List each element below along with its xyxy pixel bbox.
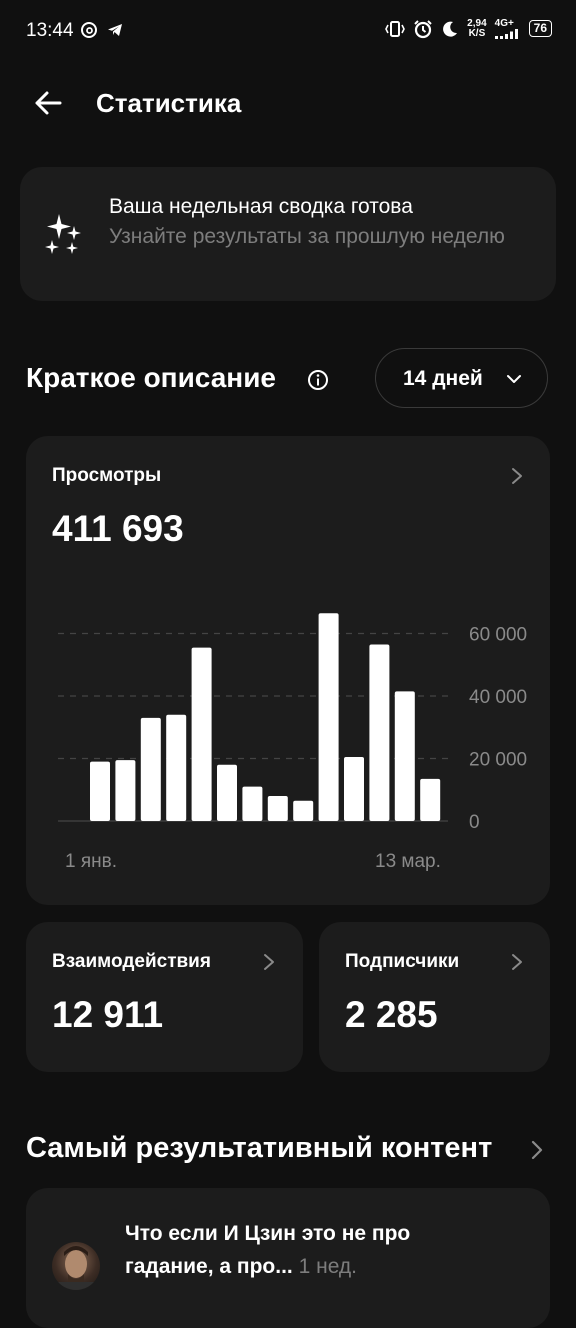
interactions-value: 12 911: [52, 994, 164, 1035]
chevron-right-icon: [512, 468, 522, 484]
chart-bar[interactable]: [242, 786, 263, 821]
followers-label: Подписчики: [345, 951, 460, 972]
alarm-icon: [414, 19, 432, 38]
chart-bar[interactable]: [217, 764, 237, 821]
banner-subtitle: Узнайте результаты за прошлую неделю: [109, 225, 505, 248]
chart-bar[interactable]: [191, 647, 212, 821]
moon-icon: [443, 21, 458, 37]
battery-indicator: 76: [528, 20, 552, 37]
chart-bar[interactable]: [344, 756, 364, 821]
y-tick-label: 60 000: [469, 625, 527, 646]
network-indicator: 4G+: [494, 18, 521, 39]
banner-title: Ваша недельная сводка готова: [109, 195, 413, 218]
top-post-text: Что если И Цзин это не про гадание, а пр…: [125, 1217, 455, 1283]
chevron-right-icon[interactable]: [530, 1140, 544, 1160]
top-post-time: 1 нед.: [298, 1255, 357, 1278]
net-speed: 2,94 K/S: [467, 17, 487, 39]
views-label: Просмотры: [52, 465, 162, 486]
chart-bar[interactable]: [267, 796, 288, 821]
status-time: 13:44: [26, 20, 74, 41]
info-icon[interactable]: [307, 369, 329, 391]
chart-bar[interactable]: [420, 778, 441, 821]
y-tick-label: 40 000: [469, 687, 527, 708]
avatar-face-icon: [52, 1246, 100, 1290]
period-label: 14 дней: [403, 367, 483, 390]
status-left-icons: [80, 21, 124, 39]
interactions-label: Взаимодействия: [52, 951, 211, 972]
chevron-right-icon: [264, 954, 274, 970]
y-tick-label: 0: [469, 812, 480, 833]
top-content-title[interactable]: Самый результативный контент: [26, 1132, 492, 1165]
summary-title: Краткое описание: [26, 362, 276, 393]
chart-bar[interactable]: [318, 613, 339, 821]
page-title: Статистика: [96, 88, 242, 118]
chart-bar[interactable]: [166, 714, 187, 821]
vibrate-icon: [385, 20, 406, 37]
sparkles-icon: [45, 214, 81, 254]
chart-bar[interactable]: [369, 644, 390, 821]
top-post-caption: Что если И Цзин это не про гадание, а пр…: [125, 1222, 411, 1278]
y-tick-label: 20 000: [469, 750, 527, 771]
back-arrow-icon[interactable]: [32, 87, 64, 119]
chart-bar[interactable]: [394, 691, 415, 821]
telegram-icon: [108, 24, 122, 36]
chart-bar[interactable]: [140, 717, 161, 821]
chevron-right-icon: [512, 954, 522, 970]
chevron-down-icon: [507, 375, 521, 383]
chart-bar[interactable]: [115, 760, 136, 821]
avatar: [52, 1242, 100, 1290]
net-speed-unit: K/S: [468, 27, 486, 39]
views-chart: 0 20 000 40 000 60 000: [58, 613, 527, 833]
network-label: 4G+: [494, 18, 514, 29]
threads-icon: [81, 22, 97, 38]
followers-value: 2 285: [345, 994, 438, 1035]
x-tick-label-end: 13 мар.: [375, 851, 441, 872]
status-right-icons: 2,94 K/S 4G+ 76: [385, 18, 552, 39]
net-speed-value: 2,94: [467, 17, 487, 29]
chart-bar[interactable]: [90, 761, 110, 821]
status-bar: 13:44 2,94 K/S 4G+ 76: [0, 0, 576, 60]
signal-icon: [494, 29, 518, 39]
chart-bar[interactable]: [293, 800, 314, 821]
x-tick-label-start: 1 янв.: [65, 851, 117, 872]
views-total: 411 693: [52, 508, 184, 549]
